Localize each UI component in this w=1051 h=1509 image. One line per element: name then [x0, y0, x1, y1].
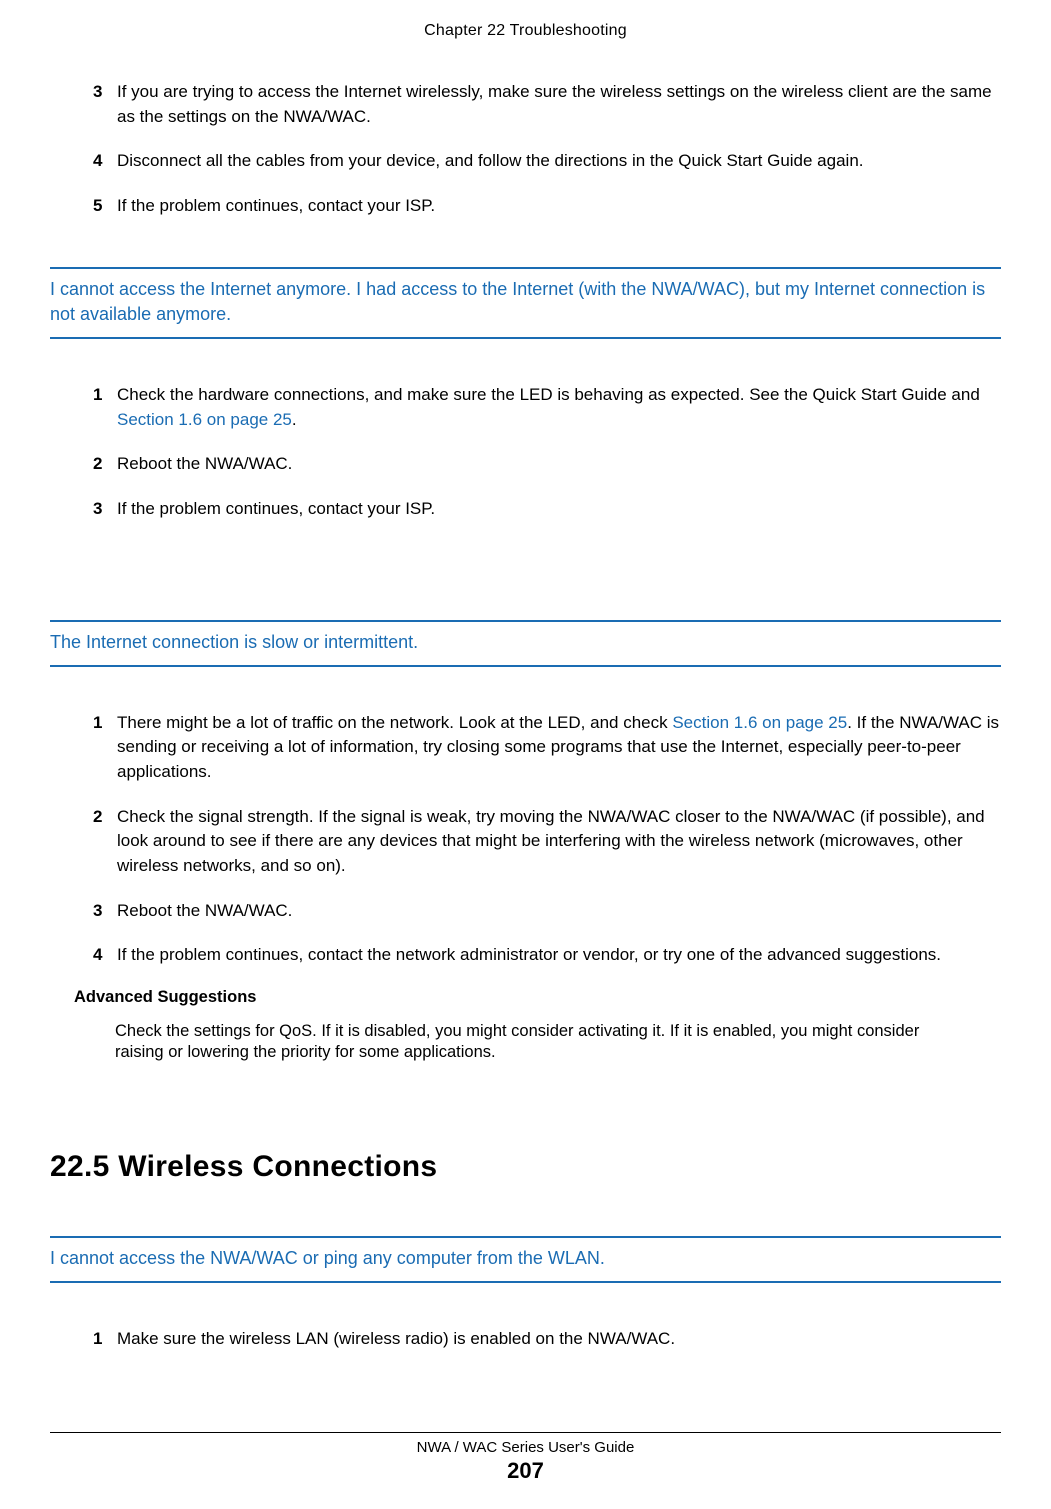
cross-reference-link[interactable]: Section 1.6 on page 25 — [672, 713, 847, 732]
document-page: Chapter 22 Troubleshooting 3 If you are … — [0, 0, 1051, 1509]
step-list: 1 There might be a lot of traffic on the… — [50, 711, 1001, 968]
text-pre: There might be a lot of traffic on the n… — [117, 713, 672, 732]
step-text: Reboot the NWA/WAC. — [117, 452, 1001, 477]
topic-title: I cannot access the NWA/WAC or ping any … — [50, 1236, 1001, 1283]
topic-block-wlan-access: I cannot access the NWA/WAC or ping any … — [50, 1236, 1001, 1372]
list-item: 1 Check the hardware connections, and ma… — [93, 383, 1001, 432]
step-number: 3 — [93, 497, 113, 522]
step-number: 3 — [93, 80, 113, 105]
topic-title: I cannot access the Internet anymore. I … — [50, 267, 1001, 339]
step-text: Disconnect all the cables from your devi… — [117, 149, 1001, 174]
page-footer: NWA / WAC Series User's Guide 207 — [50, 1414, 1001, 1484]
page-number: 207 — [50, 1458, 1001, 1484]
step-text: If you are trying to access the Internet… — [117, 80, 1001, 129]
topic-block-slow-intermittent: The Internet connection is slow or inter… — [50, 620, 1001, 1064]
topic-block-internet-lost: I cannot access the Internet anymore. I … — [50, 267, 1001, 542]
step-number: 4 — [93, 943, 113, 968]
step-text: Check the hardware connections, and make… — [117, 383, 1001, 432]
text-pre: Check the hardware connections, and make… — [117, 385, 980, 404]
text-post: . — [292, 410, 297, 429]
step-text: If the problem continues, contact your I… — [117, 497, 1001, 522]
list-item: 4 Disconnect all the cables from your de… — [93, 149, 1001, 174]
list-item: 1 There might be a lot of traffic on the… — [93, 711, 1001, 785]
list-item: 3 If the problem continues, contact your… — [93, 497, 1001, 522]
step-text: Check the signal strength. If the signal… — [117, 805, 1001, 879]
step-list: 1 Make sure the wireless LAN (wireless r… — [50, 1327, 1001, 1352]
guide-name: NWA / WAC Series User's Guide — [50, 1439, 1001, 1456]
step-list: 1 Check the hardware connections, and ma… — [50, 383, 1001, 522]
list-item: 3 Reboot the NWA/WAC. — [93, 899, 1001, 924]
list-item: 4 If the problem continues, contact the … — [93, 943, 1001, 968]
list-item: 2 Check the signal strength. If the sign… — [93, 805, 1001, 879]
advanced-suggestions-text: Check the settings for QoS. If it is dis… — [115, 1021, 971, 1064]
step-number: 3 — [93, 899, 113, 924]
step-text: Reboot the NWA/WAC. — [117, 899, 1001, 924]
step-number: 4 — [93, 149, 113, 174]
advanced-suggestions-heading: Advanced Suggestions — [74, 988, 1001, 1007]
step-list-top: 3 If you are trying to access the Intern… — [50, 80, 1001, 239]
step-number: 1 — [93, 1327, 113, 1352]
list-item: 1 Make sure the wireless LAN (wireless r… — [93, 1327, 1001, 1352]
section-heading: 22.5 Wireless Connections — [50, 1150, 1001, 1184]
step-number: 5 — [93, 194, 113, 219]
list-item: 2 Reboot the NWA/WAC. — [93, 452, 1001, 477]
list-item: 5 If the problem continues, contact your… — [93, 194, 1001, 219]
step-text: There might be a lot of traffic on the n… — [117, 711, 1001, 785]
step-number: 2 — [93, 805, 113, 830]
cross-reference-link[interactable]: Section 1.6 on page 25 — [117, 410, 292, 429]
footer-rule — [50, 1432, 1001, 1433]
step-text: If the problem continues, contact the ne… — [117, 943, 1001, 968]
chapter-header: Chapter 22 Troubleshooting — [50, 22, 1001, 40]
step-number: 1 — [93, 383, 113, 408]
step-number: 1 — [93, 711, 113, 736]
list-item: 3 If you are trying to access the Intern… — [93, 80, 1001, 129]
step-text: If the problem continues, contact your I… — [117, 194, 1001, 219]
step-text: Make sure the wireless LAN (wireless rad… — [117, 1327, 1001, 1352]
step-number: 2 — [93, 452, 113, 477]
topic-title: The Internet connection is slow or inter… — [50, 620, 1001, 667]
